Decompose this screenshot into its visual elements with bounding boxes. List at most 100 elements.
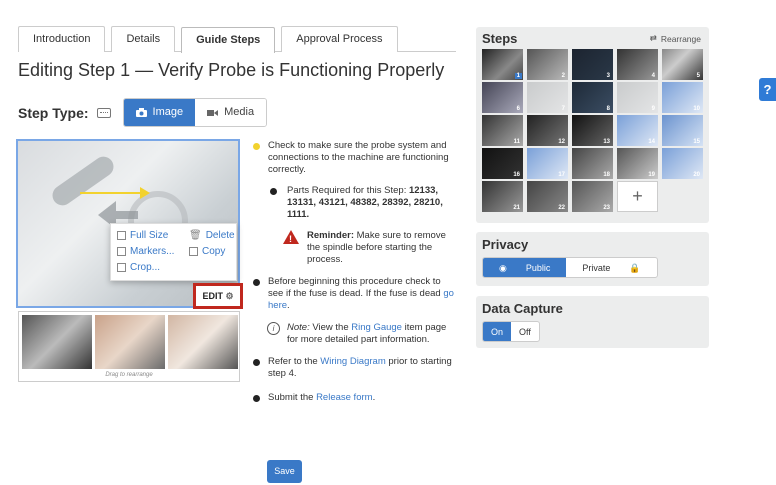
rearrange-label: Rearrange [660, 33, 701, 44]
note-block: i Note: View the Ring Gauge item page fo… [253, 322, 458, 346]
edit-image-button[interactable]: EDIT ⚙ [193, 283, 243, 309]
step-thumbnail[interactable]: 21 [482, 181, 523, 212]
step-number: 15 [693, 139, 700, 145]
data-capture-on-option[interactable]: On [483, 322, 512, 341]
step-thumbnail[interactable]: 10 [662, 82, 703, 113]
step-thumbnail[interactable]: 4 [617, 49, 658, 80]
tab-introduction[interactable]: Introduction [18, 26, 106, 52]
step-number: 8 [606, 106, 610, 112]
expand-icon [117, 231, 126, 240]
step-number: 22 [558, 205, 565, 211]
bullet-4-post: . [372, 392, 376, 403]
thumbnail-1[interactable] [22, 315, 92, 369]
step-thumbnail[interactable]: 14 [617, 115, 658, 146]
privacy-public-option[interactable]: ◉ Public [483, 258, 567, 277]
step-number: 13 [603, 139, 610, 145]
step-thumbnail[interactable]: 6 [482, 82, 523, 113]
private-label: Private [582, 262, 611, 273]
bullet-3: Refer to the Wiring Diagram prior to sta… [253, 356, 458, 380]
bullet-dot [253, 279, 260, 286]
thumbnail-3[interactable] [168, 315, 238, 369]
step-number: 9 [651, 106, 655, 112]
privacy-private-option[interactable]: Private 🔒 [566, 258, 656, 277]
bullet-3-pre: Refer to the [268, 356, 321, 367]
step-thumbnail[interactable]: 2 [527, 49, 568, 80]
step-thumbnail[interactable]: 17 [527, 148, 568, 179]
delete-item[interactable]: 🗑 Delete [189, 230, 235, 241]
step-thumbnail[interactable]: 23 [572, 181, 613, 212]
full-size-item[interactable]: Full Size [117, 230, 168, 241]
step-number: 3 [606, 73, 610, 79]
step-number: 7 [561, 106, 565, 112]
copy-item[interactable]: Copy [189, 246, 225, 257]
note-label: Note: [287, 322, 310, 333]
bullet-4: Submit the Release form. [253, 392, 458, 404]
step-type-image-button[interactable]: Image [123, 99, 196, 126]
crop-item[interactable]: Crop... [117, 262, 160, 273]
step-type-toggle: Image Media [122, 98, 268, 127]
step-number: 14 [648, 139, 655, 145]
crop-icon [117, 263, 126, 272]
step-thumbnail[interactable]: 22 [527, 181, 568, 212]
tab-bar: Introduction Details Guide Steps Approva… [18, 26, 456, 53]
data-capture-toggle: On Off [482, 321, 540, 342]
bullet-dot [270, 188, 277, 195]
arrow-marker-icon [80, 187, 150, 199]
step-number: 20 [693, 172, 700, 178]
info-icon: i [267, 322, 280, 335]
step-thumbnail[interactable]: 7 [527, 82, 568, 113]
privacy-panel: Privacy ◉ Public Private 🔒 [476, 232, 709, 286]
page-title: Editing Step 1 — Verify Probe is Functio… [18, 60, 445, 80]
ring-gauge-link[interactable]: Ring Gauge [351, 322, 402, 333]
step-type-label: Step Type: [18, 104, 89, 121]
parts-prefix: Parts Required for this Step: [287, 185, 409, 196]
drag-hint: Drag to rearrange [105, 372, 153, 378]
step-type-media-button[interactable]: Media [195, 99, 267, 126]
step-thumbnail[interactable]: 3 [572, 49, 613, 80]
tab-guide-steps[interactable]: Guide Steps [181, 27, 276, 53]
step-thumbnail[interactable]: 1 [482, 49, 523, 80]
step-thumbnail[interactable]: 16 [482, 148, 523, 179]
bullet-1-text: Check to make sure the probe system and … [268, 140, 449, 175]
step-number: 21 [513, 205, 520, 211]
bullet-1: Check to make sure the probe system and … [253, 140, 458, 176]
add-step-button[interactable]: + [617, 181, 658, 212]
tab-approval-process[interactable]: Approval Process [281, 26, 398, 52]
step-thumbnail[interactable]: 20 [662, 148, 703, 179]
thumbnail-2[interactable] [95, 315, 165, 369]
rearrange-icon: ⇄ [649, 33, 657, 43]
sub-bullet-parts: Parts Required for this Step: 12133, 131… [253, 185, 458, 221]
lock-icon: 🔒 [629, 262, 641, 273]
step-number: 2 [561, 73, 565, 79]
step-number: 19 [648, 172, 655, 178]
save-button[interactable]: Save [267, 460, 302, 483]
globe-icon: ◉ [499, 262, 507, 273]
step-thumbnail[interactable]: 19 [617, 148, 658, 179]
edit-label: EDIT [202, 291, 223, 301]
step-thumbnail[interactable]: 9 [617, 82, 658, 113]
trash-icon: 🗑 [189, 230, 202, 241]
data-capture-off-option[interactable]: Off [511, 322, 539, 341]
step-thumbnail[interactable]: 18 [572, 148, 613, 179]
bullet-4-pre: Submit the [268, 392, 317, 403]
bullet-dot [253, 395, 260, 402]
markers-item[interactable]: Markers... [117, 246, 174, 257]
rearrange-button[interactable]: ⇄ Rearrange [650, 33, 701, 44]
crop-label: Crop... [130, 262, 161, 273]
reminder-label: Reminder: [307, 230, 354, 241]
tab-details[interactable]: Details [111, 26, 176, 52]
step-number: 16 [513, 172, 520, 178]
image-context-menu: Full Size 🗑 Delete Markers... Copy Crop.… [110, 223, 237, 281]
bullet-2-text: Before beginning this procedure check to… [268, 276, 444, 299]
release-form-link[interactable]: Release form [316, 392, 373, 403]
help-button[interactable]: ? [759, 78, 776, 101]
step-thumbnail[interactable]: 5 [662, 49, 703, 80]
keyboard-icon[interactable] [96, 107, 111, 118]
step-thumbnail[interactable]: 12 [527, 115, 568, 146]
step-thumbnail[interactable]: 11 [482, 115, 523, 146]
step-thumbnail[interactable]: 15 [662, 115, 703, 146]
step-thumbnail[interactable]: 8 [572, 82, 613, 113]
step-thumbnail[interactable]: 13 [572, 115, 613, 146]
wiring-diagram-link[interactable]: Wiring Diagram [320, 356, 385, 367]
data-capture-title: Data Capture [482, 301, 563, 316]
